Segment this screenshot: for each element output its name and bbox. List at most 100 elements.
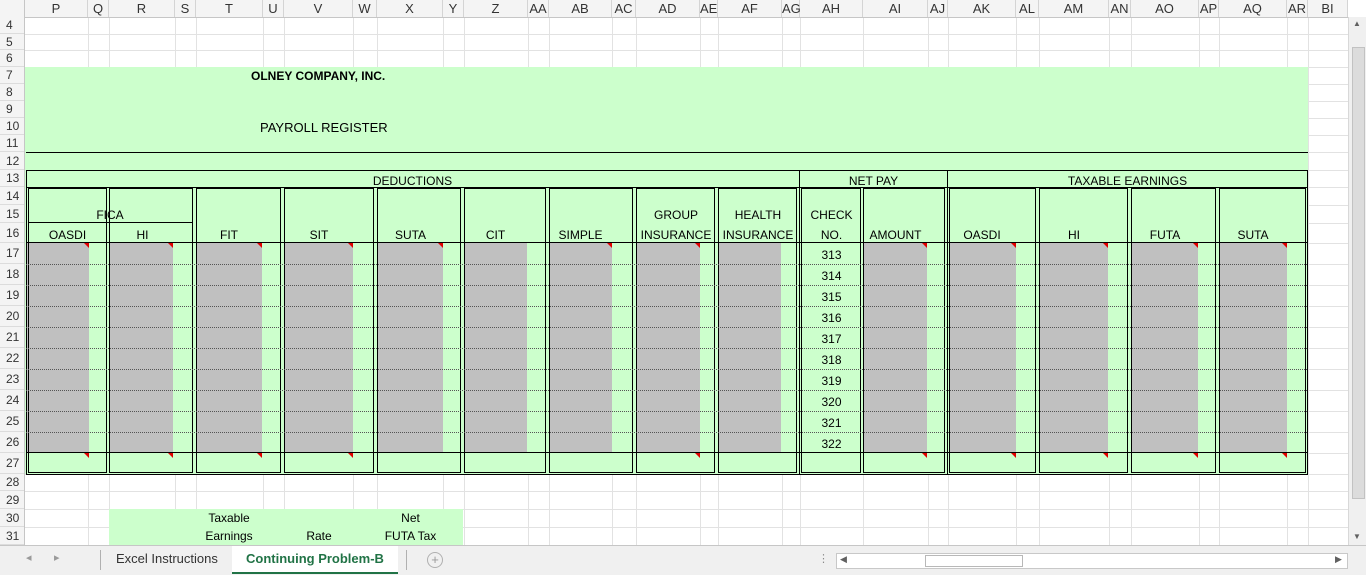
futa-net-label-2: FUTA Tax bbox=[384, 529, 437, 543]
check-number-cell[interactable]: 316 bbox=[800, 311, 863, 325]
column-header-ac[interactable]: AC bbox=[612, 0, 636, 17]
column-header-am[interactable]: AM bbox=[1039, 0, 1109, 17]
row-header-19[interactable]: 19 bbox=[0, 285, 24, 306]
header-taxable-hi: HI bbox=[1068, 228, 1080, 242]
row-header-27[interactable]: 27 bbox=[0, 453, 24, 474]
column-header-an[interactable]: AN bbox=[1109, 0, 1131, 17]
column-header-aq[interactable]: AQ bbox=[1219, 0, 1287, 17]
check-number-cell[interactable]: 315 bbox=[800, 290, 863, 304]
tab-split-handle-icon[interactable]: ⋮ bbox=[818, 552, 829, 565]
futa-rate-label: Rate bbox=[306, 529, 332, 543]
header-taxable-suta: SUTA bbox=[1237, 228, 1269, 242]
check-number-cell[interactable]: 322 bbox=[800, 437, 863, 451]
row-header-17[interactable]: 17 bbox=[0, 243, 24, 264]
row-header-5[interactable]: 5 bbox=[0, 34, 24, 50]
row-header-21[interactable]: 21 bbox=[0, 327, 24, 348]
scroll-down-arrow-icon[interactable]: ▼ bbox=[1353, 532, 1361, 541]
row-header-9[interactable]: 9 bbox=[0, 101, 24, 118]
row-header-18[interactable]: 18 bbox=[0, 264, 24, 285]
next-sheet-icon[interactable]: ▸ bbox=[54, 551, 60, 564]
row-header-8[interactable]: 8 bbox=[0, 84, 24, 101]
column-header-x[interactable]: X bbox=[377, 0, 443, 17]
column-header-af[interactable]: AF bbox=[718, 0, 782, 17]
row-header-20[interactable]: 20 bbox=[0, 306, 24, 327]
row-header-16[interactable]: 16 bbox=[0, 223, 24, 243]
row-header-11[interactable]: 11 bbox=[0, 135, 24, 152]
column-header-ap[interactable]: AP bbox=[1199, 0, 1219, 17]
row-header-26[interactable]: 26 bbox=[0, 432, 24, 453]
header-oasdi: OASDI bbox=[48, 228, 87, 242]
header-sit: SIT bbox=[309, 228, 329, 242]
column-header-ad[interactable]: AD bbox=[636, 0, 700, 17]
column-header-ag[interactable]: AG bbox=[782, 0, 801, 17]
column-header-v[interactable]: V bbox=[284, 0, 353, 17]
check-number-cell[interactable]: 320 bbox=[800, 395, 863, 409]
column-header-p[interactable]: P bbox=[25, 0, 88, 17]
scroll-right-arrow-icon[interactable]: ▶ bbox=[1335, 554, 1342, 565]
row-header-6[interactable]: 6 bbox=[0, 50, 24, 67]
scroll-up-arrow-icon[interactable]: ▲ bbox=[1353, 19, 1361, 28]
row-header-12[interactable]: 12 bbox=[0, 152, 24, 170]
tab-excel-instructions[interactable]: Excel Instructions bbox=[102, 546, 232, 572]
header-group-2: INSURANCE bbox=[640, 228, 712, 242]
column-header-aa[interactable]: AA bbox=[528, 0, 549, 17]
column-header-ai[interactable]: AI bbox=[863, 0, 928, 17]
scroll-thumb[interactable] bbox=[1352, 47, 1365, 499]
row-header-7[interactable]: 7 bbox=[0, 67, 24, 84]
check-number-cell[interactable]: 318 bbox=[800, 353, 863, 367]
row-header-4[interactable]: 4 bbox=[0, 17, 24, 34]
column-header-ah[interactable]: AH bbox=[800, 0, 863, 17]
check-number-cell[interactable]: 319 bbox=[800, 374, 863, 388]
row-header-24[interactable]: 24 bbox=[0, 390, 24, 411]
horizontal-scrollbar[interactable]: ◀ ▶ bbox=[836, 553, 1348, 569]
column-header-w[interactable]: W bbox=[353, 0, 377, 17]
check-number-cell[interactable]: 321 bbox=[800, 416, 863, 430]
column-header-ae[interactable]: AE bbox=[700, 0, 718, 17]
column-header-r[interactable]: R bbox=[109, 0, 175, 17]
row-header-31[interactable]: 31 bbox=[0, 527, 24, 545]
column-header-y[interactable]: Y bbox=[443, 0, 464, 17]
futa-taxable-label-2: Earnings bbox=[205, 529, 253, 543]
check-number-cell[interactable]: 317 bbox=[800, 332, 863, 346]
grid-line bbox=[1308, 18, 1309, 545]
row-header-25[interactable]: 25 bbox=[0, 411, 24, 432]
column-header-al[interactable]: AL bbox=[1016, 0, 1039, 17]
prev-sheet-icon[interactable]: ◂ bbox=[26, 551, 32, 564]
select-all-corner[interactable] bbox=[0, 0, 25, 17]
column-header-u[interactable]: U bbox=[263, 0, 284, 17]
futa-net-label-1: Net bbox=[401, 511, 420, 525]
header-group-1: GROUP bbox=[653, 208, 698, 222]
row-separator bbox=[26, 432, 1307, 433]
row-header-22[interactable]: 22 bbox=[0, 348, 24, 369]
row-header-29[interactable]: 29 bbox=[0, 491, 24, 509]
tab-continuing-problem-b[interactable]: Continuing Problem-B bbox=[232, 546, 398, 574]
comment-flag-icon bbox=[1103, 453, 1108, 458]
column-header-ao[interactable]: AO bbox=[1131, 0, 1199, 17]
row-header-28[interactable]: 28 bbox=[0, 474, 24, 491]
column-header-bi[interactable]: BI bbox=[1308, 0, 1348, 17]
comment-flag-icon bbox=[168, 453, 173, 458]
horizontal-scroll-thumb[interactable] bbox=[925, 555, 1023, 567]
fica-heading: FICA bbox=[96, 208, 124, 222]
check-number-cell[interactable]: 314 bbox=[800, 269, 863, 283]
column-header-q[interactable]: Q bbox=[88, 0, 109, 17]
row-header-30[interactable]: 30 bbox=[0, 509, 24, 527]
row-header-10[interactable]: 10 bbox=[0, 118, 24, 135]
row-header-13[interactable]: 13 bbox=[0, 170, 24, 187]
check-number-cell[interactable]: 313 bbox=[800, 248, 863, 262]
column-header-ar[interactable]: AR bbox=[1287, 0, 1308, 17]
row-header-14[interactable]: 14 bbox=[0, 187, 24, 205]
column-header-ak[interactable]: AK bbox=[948, 0, 1016, 17]
grid-line bbox=[25, 50, 1348, 51]
column-header-ab[interactable]: AB bbox=[549, 0, 612, 17]
column-header-aj[interactable]: AJ bbox=[928, 0, 948, 17]
new-sheet-icon[interactable]: + bbox=[427, 552, 443, 568]
column-header-z[interactable]: Z bbox=[464, 0, 528, 17]
comment-flag-icon bbox=[84, 243, 89, 248]
vertical-scrollbar[interactable]: ▲ ▼ bbox=[1348, 17, 1366, 545]
scroll-left-arrow-icon[interactable]: ◀ bbox=[840, 554, 847, 565]
column-header-s[interactable]: S bbox=[175, 0, 196, 17]
row-header-23[interactable]: 23 bbox=[0, 369, 24, 390]
row-header-15[interactable]: 15 bbox=[0, 205, 24, 223]
column-header-t[interactable]: T bbox=[196, 0, 263, 17]
